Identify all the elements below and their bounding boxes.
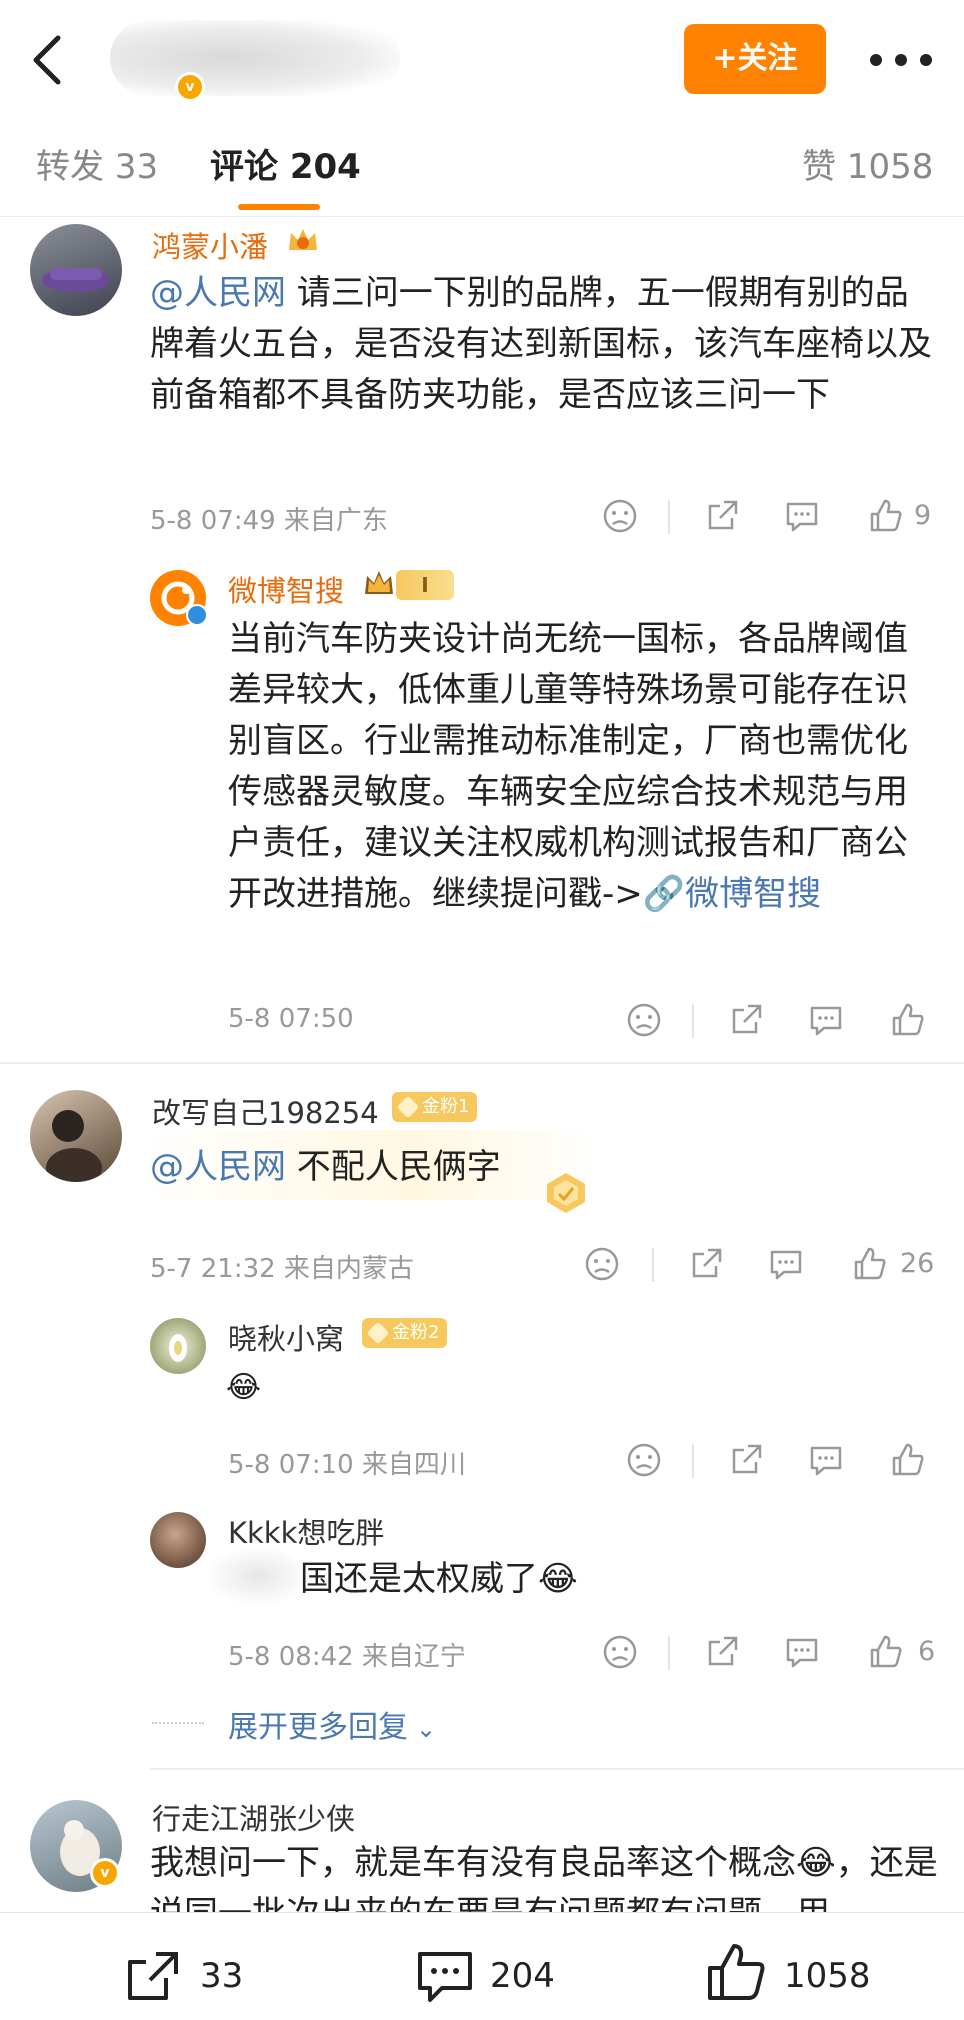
like-count[interactable]: 1058 [784,1956,871,1996]
divider [668,500,670,534]
expand-replies-link[interactable]: 展开更多回复 ⌄ [228,1702,436,1746]
avatar[interactable] [150,1318,206,1374]
fan-level-badge: 金粉1 [392,1092,478,1122]
divider [0,1062,964,1064]
gold-diamond-icon [542,1170,590,1216]
tab-likes[interactable]: 赞 1058 [802,142,933,192]
comment-text: 我想问一下，就是车有没有良品率这个概念😂，还是说同一批次出来的车要是有问题都有问… [150,1843,938,1912]
reply-meta: 5-8 08:42 来自辽宁 [228,1642,466,1672]
fan-level-badge: 金粉2 [362,1318,448,1348]
reply-meta: 5-8 07:50 [228,1004,354,1034]
tab-reposts[interactable]: 转发 33 [36,142,158,192]
dislike-icon[interactable] [624,1000,664,1040]
blurred-text [208,1548,308,1604]
comment-icon[interactable] [782,1632,822,1672]
share-icon[interactable] [702,1632,742,1672]
comment-icon[interactable] [414,1948,476,2006]
divider [652,1248,654,1282]
divider [150,1768,964,1770]
mention-link[interactable]: @人民网 [150,273,286,313]
active-tab-indicator [238,204,320,210]
comment-meta: 5-7 21:32 来自内蒙古 [150,1254,414,1284]
comment-count[interactable]: 204 [490,1956,555,1996]
follow-button[interactable]: +关注 [684,24,826,94]
like-icon[interactable] [866,1632,906,1672]
reply-text: 国还是太权威了😂 [300,1559,578,1599]
crown-icon [286,224,320,256]
weibo-search-link[interactable]: 🔗微博智搜 [643,874,821,914]
share-icon[interactable] [726,1000,766,1040]
comment-meta: 5-8 07:49 来自广东 [150,506,388,536]
like-count: 26 [900,1248,935,1279]
mention-link[interactable]: @人民网 [150,1147,286,1187]
divider [692,1444,694,1478]
more-options-icon[interactable] [866,40,936,80]
comment-icon[interactable] [806,1000,846,1040]
level-badge: I [396,570,454,600]
crown-icon [362,566,396,600]
blurred-author [110,20,400,96]
back-icon[interactable] [28,34,68,86]
commenter-name[interactable]: Kkkk想吃胖 [228,1510,384,1552]
dislike-icon[interactable] [600,496,640,536]
reply-text: 😂 [226,1370,262,1405]
tab-comments[interactable]: 评论 204 [210,142,361,192]
dislike-icon[interactable] [600,1632,640,1672]
like-icon[interactable] [888,1000,928,1040]
like-icon[interactable] [704,1940,770,2004]
reply-meta: 5-8 07:10 来自四川 [228,1450,466,1480]
commenter-name[interactable]: 改写自己198254 [152,1090,379,1132]
chevron-down-icon: ⌄ [416,1715,437,1743]
comment-text: @人民网 请三问一下别的品牌，五一假期有别的品牌着火五台，是否没有达到新国标，该… [150,273,932,415]
repost-icon[interactable] [124,1948,186,2004]
commenter-name[interactable]: 行走江湖张少侠 [152,1796,355,1838]
like-count: 6 [918,1636,936,1667]
commenter-name[interactable]: 鸿蒙小潘 [152,224,268,266]
avatar[interactable] [150,1512,206,1568]
like-icon[interactable] [888,1440,928,1480]
comment-icon[interactable] [766,1244,806,1284]
commenter-name[interactable]: 微博智搜 [228,568,344,610]
repost-count[interactable]: 33 [200,1956,243,1996]
dislike-icon[interactable] [582,1244,622,1284]
dotted-line [152,1722,204,1724]
dislike-icon[interactable] [624,1440,664,1480]
avatar[interactable] [30,1090,122,1182]
like-icon[interactable] [850,1244,890,1284]
divider [0,216,964,217]
avatar[interactable] [30,224,122,316]
comment-icon[interactable] [806,1440,846,1480]
share-icon[interactable] [686,1244,726,1284]
comment-icon[interactable] [782,496,822,536]
verified-badge-icon: v [175,72,205,102]
like-count: 9 [914,500,932,531]
verified-badge-icon: v [90,1858,120,1888]
divider [692,1004,694,1038]
reply-text: 当前汽车防夹设计尚无统一国标，各品牌阈值差异较大，低体重儿童等特殊场景可能存在识… [228,619,908,914]
divider [668,1636,670,1670]
like-icon[interactable] [866,496,906,536]
verified-blue-icon [186,604,208,626]
commenter-name[interactable]: 晓秋小窝 [228,1316,344,1358]
share-icon[interactable] [726,1440,766,1480]
share-icon[interactable] [702,496,742,536]
